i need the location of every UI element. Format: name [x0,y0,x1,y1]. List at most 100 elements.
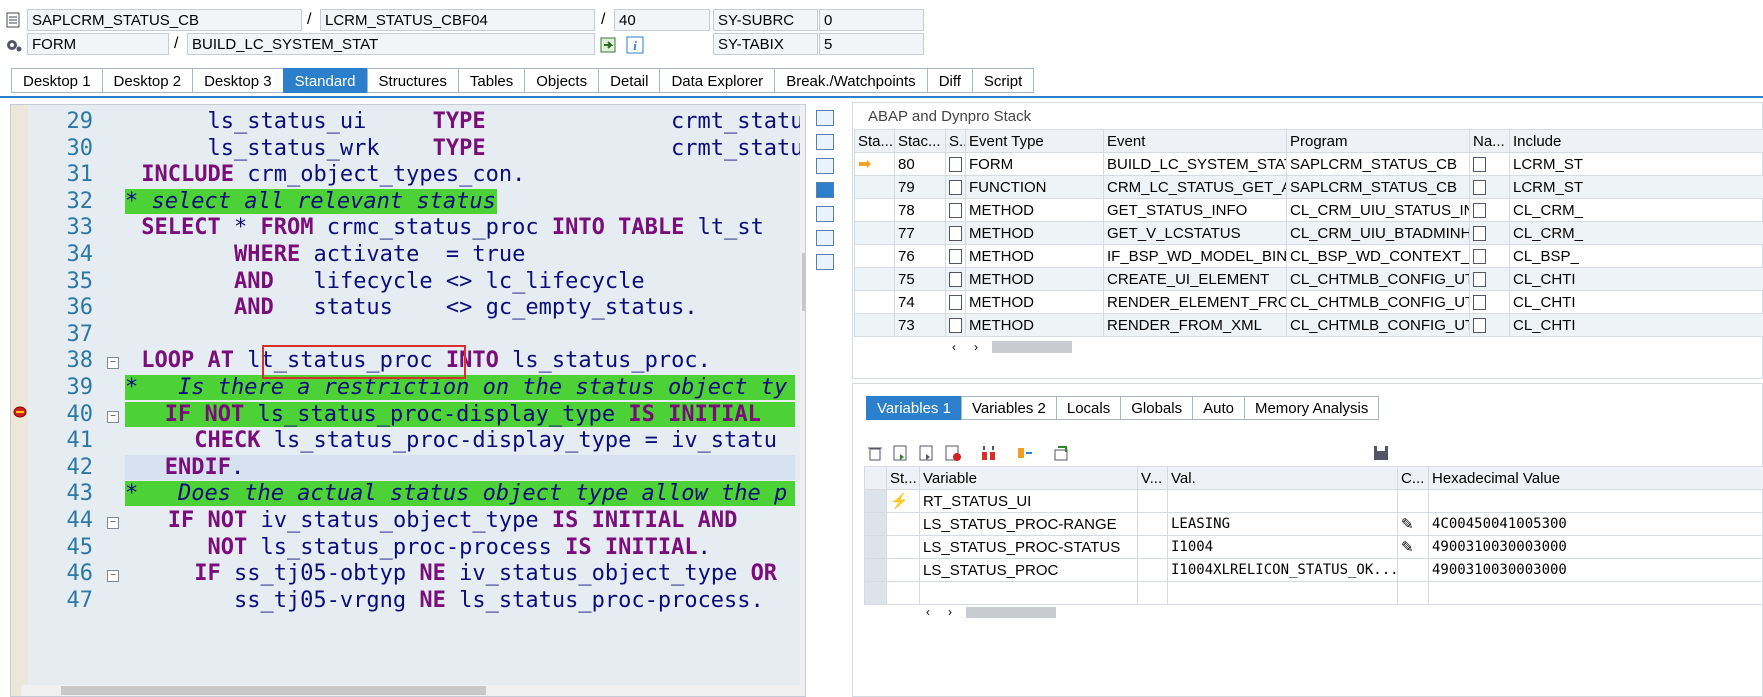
code-line[interactable]: * Does the actual status object type all… [125,481,795,507]
code-line[interactable]: SELECT * FROM crmc_status_proc INTO TABL… [128,215,764,240]
variable-name[interactable]: RT_STATUS_UI [919,489,1138,513]
code-line[interactable]: IF NOT iv_status_object_type IS INITIAL … [128,508,738,533]
tab-variables-2[interactable]: Variables 2 [960,396,1056,420]
code-line[interactable]: ENDIF. [125,454,795,480]
code-line[interactable]: ss_tj05-vrgng NE ls_status_proc-process. [128,588,764,613]
line-field[interactable]: 40 [614,9,710,31]
scroll-down-icon[interactable]: ▼ [804,677,805,688]
resize-icon[interactable] [816,206,834,222]
table-row[interactable]: 76 METHODIF_BSP_WD_MODEL_BINDI...CL_BSP_W… [854,244,1763,268]
table-row[interactable] [864,581,1763,605]
stack-program[interactable]: CL_CHTMLB_CONFIG_UTIL... [1286,267,1470,291]
sy-subrc-value[interactable]: 0 [819,9,924,31]
include-field[interactable]: LCRM_STATUS_CBF04 [320,9,595,31]
breakpoint-gutter[interactable] [11,105,28,696]
variable-name[interactable]: LS_STATUS_PROC-RANGE [919,512,1138,536]
stack-include[interactable]: CL_CHTI [1509,290,1763,314]
stack-include[interactable]: CL_CHTI [1509,267,1763,291]
stack-level[interactable]: 74 [894,290,946,314]
tab-desktop-3[interactable]: Desktop 3 [192,68,283,93]
stack-column-header[interactable]: Include [1509,129,1763,153]
event-field[interactable]: BUILD_LC_SYSTEM_STAT [187,33,595,55]
edit-pencil-icon[interactable]: ✎ [1401,539,1414,556]
editor-horizontal-scrollbar[interactable] [21,685,800,696]
stack-level[interactable]: 80 [894,152,946,176]
info-icon[interactable]: i [626,36,644,54]
table-row[interactable]: 73 METHOD RENDER_FROM_XML CL_CHTMLB_CONFIG_… [854,313,1763,337]
tab-detail[interactable]: Detail [598,68,660,93]
tab-script[interactable]: Script [971,68,1035,93]
fold-toggle-icon[interactable]: − [107,410,119,423]
tab-standard[interactable]: Standard [282,68,367,93]
fold-toggle-icon[interactable]: − [107,517,119,529]
table-row[interactable]: 74 METHODRENDER_ELEMENT_FROM_...CL_CHTMLB… [854,290,1763,314]
stack-level[interactable]: 78 [894,198,946,222]
stack-event-type[interactable]: METHOD [965,267,1104,291]
stack-column-header[interactable]: Program [1286,129,1470,153]
swap-icon[interactable] [816,158,834,174]
tab-auto[interactable]: Auto [1192,396,1244,420]
stack-event-type[interactable]: FORM [965,152,1104,176]
stack-event-type[interactable]: FUNCTION [965,175,1104,199]
stack-include[interactable]: CL_CRM_ [1509,198,1763,222]
table-row[interactable]: LS_STATUS_PROC-STATUS I1004 ✎ 4900310030… [864,535,1763,559]
table-row[interactable]: LS_STATUS_PROC-RANGE LEASING ✎ 4C0045004… [864,512,1763,536]
code-line[interactable]: AND status <> gc_empty_status. [128,295,698,320]
table-row[interactable]: ➡ 80 FORM BUILD_LC_SYSTEM_STAT SAPLCRM_STATU… [854,152,1763,176]
delete-row-icon[interactable] [944,444,962,462]
table-row[interactable]: LS_STATUS_PROC I1004XLRELICON_STATUS_OK.… [864,558,1763,582]
code-line[interactable]: ls_status_ui TYPE crmt_statu [128,109,803,134]
stack-event-type[interactable]: METHOD [965,313,1104,337]
append-row-icon[interactable] [918,444,936,462]
tab-globals[interactable]: Globals [1120,396,1193,420]
stack-program[interactable]: CL_CHTMLB_CONFIG_UTIL... [1286,290,1470,314]
code-line[interactable]: IF ss_tj05-obtyp NE iv_status_object_typ… [128,561,777,586]
table-row[interactable]: 77 METHOD GET_V_LCSTATUS CL_CRM_UIU_BTADMIN… [854,221,1763,245]
stack-event-type[interactable]: METHOD [965,221,1104,245]
stack-event-type[interactable]: METHOD [965,244,1104,268]
stack-hscroll[interactable]: ‹ › [946,340,1763,356]
code-line[interactable]: CHECK ls_status_proc-display_type = iv_s… [128,428,777,453]
variable-value[interactable]: LEASING [1167,512,1398,536]
stack-program[interactable]: SAPLCRM_STATUS_CB [1286,175,1470,199]
code-line[interactable]: INCLUDE crm_object_types_con. [128,162,525,187]
program-field[interactable]: SAPLCRM_STATUS_CB [27,9,302,31]
tab-objects[interactable]: Objects [524,68,599,93]
code-line[interactable]: AND lifecycle <> lc_lifecycle [128,269,645,294]
tab-desktop-1[interactable]: Desktop 1 [11,68,102,93]
scroll-up-icon[interactable]: ▲ [804,113,805,124]
maximize-icon[interactable] [816,182,834,198]
stack-column-header[interactable]: Event Type [965,129,1104,153]
stack-column-header[interactable]: Stac... [894,129,946,153]
tab-locals[interactable]: Locals [1055,396,1121,420]
code-line[interactable]: NOT ls_status_proc-process IS INITIAL. [128,535,710,560]
variable-value[interactable]: I1004 [1167,535,1398,559]
tab-diff[interactable]: Diff [926,68,972,93]
delete-icon[interactable] [866,444,884,462]
variable-name[interactable]: LS_STATUS_PROC [919,558,1138,582]
sy-tabix-value[interactable]: 5 [819,33,924,55]
code-line[interactable]: WHERE activate = true [128,242,525,267]
settings-icon[interactable] [816,254,834,270]
table-row[interactable]: 75 METHOD CREATE_UI_ELEMENT CL_CHTMLB_CONFI… [854,267,1763,291]
stack-program[interactable]: SAPLCRM_STATUS_CB [1286,152,1470,176]
stack-column-header[interactable]: S.. [945,129,966,153]
tab-variables-1[interactable]: Variables 1 [866,396,961,420]
table-row[interactable]: ⚡ RT_STATUS_UI [864,489,1763,513]
scroll-thumb[interactable] [992,341,1072,353]
table-row[interactable]: 78 METHOD GET_STATUS_INFO CL_CRM_UIU_STATUS… [854,198,1763,222]
navigate-icon[interactable] [600,36,618,54]
tab-structures[interactable]: Structures [366,68,458,93]
variables-hscroll[interactable]: ‹ › [920,605,1760,620]
stack-event-type[interactable]: METHOD [965,198,1104,222]
breakpoint-icon[interactable] [13,406,27,418]
stack-include[interactable]: CL_BSP_ [1509,244,1763,268]
scroll-thumb[interactable] [802,253,805,311]
table-row[interactable]: 79 FUNCTIONCRM_LC_STATUS_GET_AT...SAPLCRM… [854,175,1763,199]
source-editor[interactable]: 29 ls_status_ui TYPE crmt_statu 30 ls_sta… [10,104,806,697]
stack-event[interactable]: CREATE_UI_ELEMENT [1103,267,1287,291]
variable-name[interactable]: LS_STATUS_PROC-STATUS [919,535,1138,559]
layout-icon[interactable] [816,230,834,246]
stack-column-header[interactable]: Sta... [854,129,895,153]
scroll-thumb[interactable] [966,607,1056,618]
